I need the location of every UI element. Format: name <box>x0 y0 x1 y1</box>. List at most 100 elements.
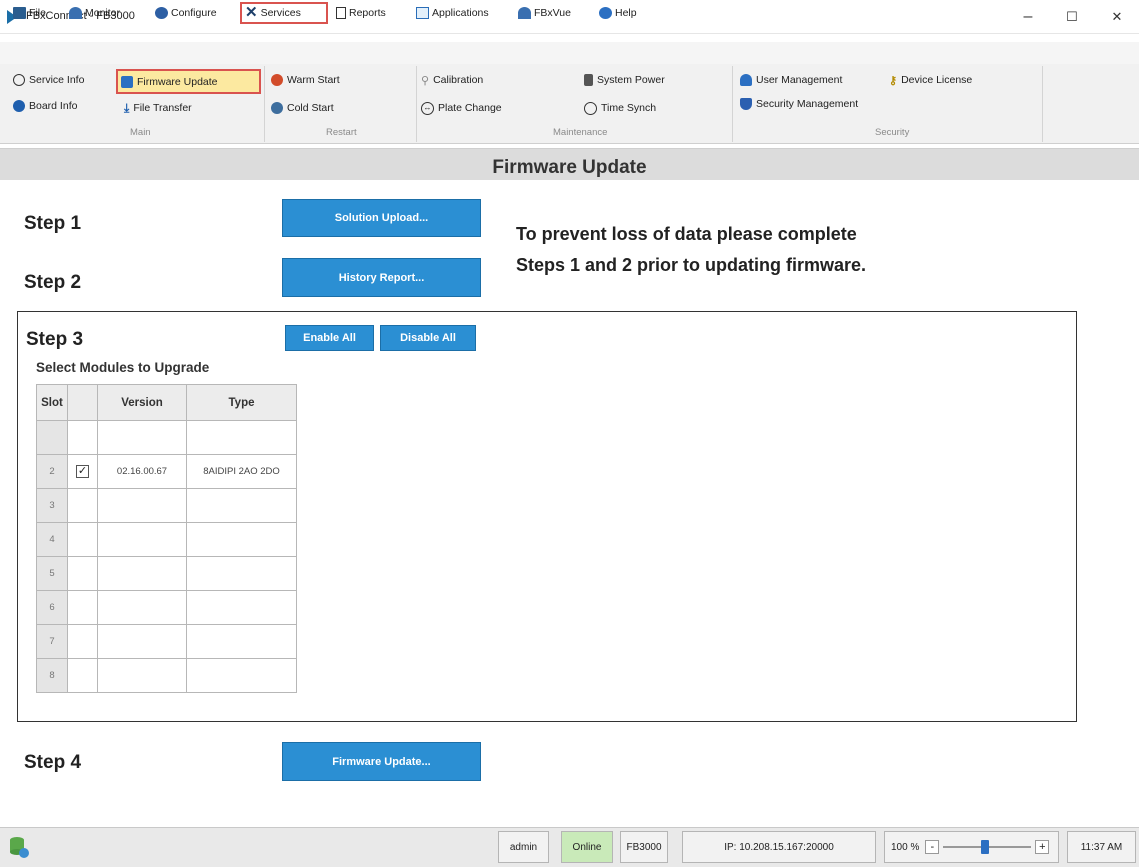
status-user: admin <box>498 831 549 863</box>
ribbon-system-power[interactable]: System Power <box>581 71 668 89</box>
type-cell <box>186 658 297 693</box>
version-cell <box>97 420 187 455</box>
version-cell: 02.16.00.67 <box>97 454 187 489</box>
disable-all-button[interactable]: Disable All <box>380 325 476 351</box>
table-row[interactable]: 5 <box>36 556 297 591</box>
select-cell[interactable] <box>67 624 98 659</box>
calibration-icon: ⚲ <box>421 74 430 87</box>
users-icon <box>740 74 752 86</box>
type-cell <box>186 590 297 625</box>
slot-cell: 8 <box>36 658 68 693</box>
clock-icon <box>584 101 597 115</box>
ribbon-board-info[interactable]: Board Info <box>10 97 80 115</box>
table-row[interactable]: 3 <box>36 488 297 523</box>
gear-icon <box>155 7 168 19</box>
menu-fbxvue[interactable]: FBxVue <box>515 4 574 22</box>
menu-applications[interactable]: Applications <box>413 4 492 22</box>
monitor-icon <box>69 7 82 19</box>
column-header-select <box>67 384 98 421</box>
battery-icon <box>584 74 593 86</box>
shield-icon <box>740 98 752 110</box>
status-device: FB3000 <box>620 831 668 863</box>
database-icon <box>10 837 29 858</box>
menu-monitor[interactable]: Monitor <box>66 4 123 22</box>
table-header-row: Slot Version Type <box>36 384 297 421</box>
info-circle-icon <box>13 74 25 86</box>
ribbon-separator <box>264 66 265 142</box>
folder-icon <box>13 7 26 19</box>
select-cell[interactable] <box>67 556 98 591</box>
wrench-icon: ✕ <box>245 4 258 21</box>
type-cell <box>186 624 297 659</box>
ribbon-user-management[interactable]: User Management <box>737 71 845 89</box>
cold-start-icon <box>271 102 283 114</box>
menu-configure[interactable]: Configure <box>152 4 220 22</box>
maximize-button[interactable]: ☐ <box>1057 6 1087 28</box>
applications-icon <box>416 7 429 19</box>
step2-label: Step 2 <box>24 272 82 293</box>
zoom-in-button[interactable]: + <box>1035 840 1050 854</box>
type-cell <box>186 556 297 591</box>
zoom-slider-thumb[interactable] <box>981 840 990 854</box>
history-report-button[interactable]: History Report... <box>282 258 481 297</box>
notice-line-2: Steps 1 and 2 prior to updating firmware… <box>516 255 867 275</box>
select-cell[interactable]: ✓ <box>67 454 98 489</box>
table-row[interactable]: 2 ✓ 02.16.00.67 8AIDIPI 2AO 2DO <box>36 454 297 489</box>
ribbon-group-main-label: Main <box>130 127 151 138</box>
select-modules-heading: Select Modules to Upgrade <box>36 360 210 375</box>
menu-services[interactable]: ✕ Services <box>240 2 328 24</box>
menu-reports[interactable]: Reports <box>333 4 389 22</box>
close-button[interactable]: ✕ <box>1102 6 1132 28</box>
select-cell[interactable] <box>67 522 98 557</box>
ribbon-group-maintenance-label: Maintenance <box>553 127 608 138</box>
module-checkbox[interactable]: ✓ <box>76 465 89 478</box>
version-cell <box>97 522 187 557</box>
type-cell <box>186 522 297 557</box>
table-row[interactable]: 7 <box>36 624 297 659</box>
table-row[interactable]: 4 <box>36 522 297 557</box>
type-cell <box>186 420 297 455</box>
ribbon-device-license[interactable]: ⚷ Device License <box>886 71 975 89</box>
ribbon-calibration[interactable]: ⚲ Calibration <box>418 71 486 89</box>
menu-file[interactable]: File <box>10 4 49 22</box>
ribbon-time-synch[interactable]: Time Synch <box>581 99 659 117</box>
zoom-level: 100 % <box>891 841 920 853</box>
help-icon <box>599 7 612 19</box>
select-cell[interactable] <box>67 488 98 523</box>
select-cell[interactable] <box>67 658 98 693</box>
select-cell[interactable] <box>67 420 98 455</box>
firmware-update-button[interactable]: Firmware Update... <box>282 742 481 781</box>
ribbon-group-security-label: Security <box>875 127 910 138</box>
key-icon: ⚷ <box>889 74 898 87</box>
ribbon-firmware-update[interactable]: Firmware Update <box>116 69 261 94</box>
slot-cell: 6 <box>36 590 68 625</box>
step4-label: Step 4 <box>24 752 82 773</box>
ribbon-warm-start[interactable]: Warm Start <box>268 71 343 89</box>
zoom-out-button[interactable]: - <box>925 840 940 854</box>
modules-table: Slot Version Type 2 ✓ 02.16.00.67 8AIDIP… <box>36 384 297 693</box>
column-header-type: Type <box>186 384 297 421</box>
ribbon-cold-start[interactable]: Cold Start <box>268 99 337 117</box>
ribbon-service-info[interactable]: Service Info <box>10 71 87 89</box>
firmware-icon <box>121 75 133 88</box>
ribbon-separator <box>416 66 417 142</box>
table-row[interactable]: 8 <box>36 658 297 693</box>
ribbon-separator <box>1042 66 1043 142</box>
ribbon-security-management[interactable]: Security Management <box>737 95 861 113</box>
status-connection: Online <box>561 831 613 863</box>
warm-start-icon <box>271 74 283 86</box>
solution-upload-button[interactable]: Solution Upload... <box>282 199 481 237</box>
ribbon-group-restart-label: Restart <box>326 127 357 138</box>
enable-all-button[interactable]: Enable All <box>285 325 374 351</box>
minimize-button[interactable]: – <box>1013 6 1043 28</box>
status-ip: IP: 10.208.15.167:20000 <box>682 831 876 863</box>
table-row[interactable]: 6 <box>36 590 297 625</box>
zoom-slider[interactable] <box>943 840 1032 854</box>
ribbon-plate-change[interactable]: ↔ Plate Change <box>418 99 505 117</box>
notice-line-1: To prevent loss of data please complete <box>516 224 857 244</box>
zoom-control: 100 % - + <box>884 831 1059 863</box>
menu-help[interactable]: Help <box>596 4 640 22</box>
ribbon-file-transfer[interactable]: ⤓ File Transfer <box>121 99 195 117</box>
table-row[interactable] <box>36 420 297 455</box>
select-cell[interactable] <box>67 590 98 625</box>
